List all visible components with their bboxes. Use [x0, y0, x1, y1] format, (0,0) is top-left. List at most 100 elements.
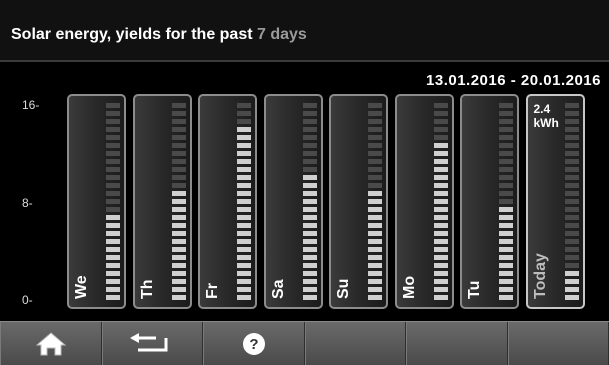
bar-segment-filled	[237, 159, 251, 164]
bar-segment-filled	[106, 271, 120, 276]
bar-segment-filled	[106, 223, 120, 228]
bar-segment-empty	[171, 183, 186, 188]
day-label: Mo	[401, 239, 421, 299]
back-button[interactable]	[101, 322, 203, 365]
bar-segment-empty	[171, 175, 186, 180]
bar-segment-filled	[237, 247, 251, 252]
bar-segment-filled	[106, 295, 120, 300]
bar-segment-filled	[237, 255, 251, 260]
bar-day[interactable]: Sa	[263, 94, 323, 309]
empty-button[interactable]	[304, 322, 406, 365]
bar-segment-empty	[499, 103, 513, 108]
day-label-text: Today	[531, 253, 549, 299]
bar-segment-empty	[499, 111, 513, 116]
bar-segment-filled	[302, 223, 317, 228]
bar-segment-filled	[237, 151, 251, 156]
bar-segments	[499, 102, 513, 300]
bar-segment-filled	[433, 231, 448, 236]
bar-segment-empty	[171, 111, 186, 116]
bar-segment-empty	[564, 103, 579, 108]
bar-segment-filled	[237, 167, 251, 172]
bar-segment-empty	[564, 159, 579, 164]
bar-segment-empty	[564, 231, 579, 236]
bar-segments	[171, 102, 186, 300]
bar-segment-filled	[499, 271, 513, 276]
bar-segment-empty	[564, 127, 579, 132]
bar-segment-filled	[302, 215, 317, 220]
bar-segments	[106, 102, 120, 300]
bar-segment-empty	[106, 191, 120, 196]
bar-segment-filled	[302, 287, 317, 292]
bar-segment-filled	[237, 223, 251, 228]
bar-segment-empty	[368, 167, 382, 172]
bar-segment-filled	[302, 271, 317, 276]
help-button[interactable]: ?	[203, 322, 305, 365]
bar-segment-filled	[368, 223, 382, 228]
day-label-text: Su	[335, 278, 352, 299]
day-label-text: Sa	[269, 279, 287, 299]
bar-segment-filled	[171, 231, 186, 236]
bar-segment-filled	[171, 215, 186, 220]
bar-segment-filled	[499, 207, 513, 212]
bar-segment-empty	[433, 103, 448, 108]
bar-segment-filled	[499, 215, 513, 220]
bar-segment-filled	[237, 175, 251, 180]
bar-segment-empty	[302, 119, 317, 124]
bar-segment-filled	[302, 191, 317, 196]
bar-segment-empty	[499, 159, 513, 164]
bar-segment-empty	[499, 167, 513, 172]
day-label: Th	[139, 239, 159, 299]
bar-segment-empty	[499, 127, 513, 132]
bar-segment-filled	[302, 231, 317, 236]
bar-segment-empty	[171, 143, 186, 148]
home-icon	[35, 332, 66, 356]
bar-segment-empty	[433, 111, 448, 116]
bar-segment-filled	[302, 207, 317, 212]
bar-segment-filled	[237, 287, 251, 292]
day-label: We	[73, 239, 93, 299]
empty-button[interactable]	[406, 322, 508, 365]
bar-segment-empty	[302, 167, 317, 172]
bar-segment-empty	[499, 183, 513, 188]
bar-segment-filled	[564, 271, 579, 276]
day-label: Su	[335, 239, 355, 299]
bar-segments	[564, 102, 579, 300]
bar-segment-filled	[368, 295, 382, 300]
bar-segment-empty	[564, 175, 579, 180]
bar-segment-filled	[106, 255, 120, 260]
bar-day[interactable]: We	[67, 94, 126, 309]
bar-segment-filled	[499, 247, 513, 252]
bar-segment-empty	[368, 143, 382, 148]
bar-segment-empty	[368, 151, 382, 156]
bar-segment-filled	[368, 271, 382, 276]
bar-day[interactable]: Tu	[460, 94, 519, 309]
bar-segment-empty	[564, 143, 579, 148]
bar-segment-empty	[106, 175, 120, 180]
bar-segment-filled	[237, 143, 251, 148]
bar-segment-filled	[499, 279, 513, 284]
empty-button[interactable]	[507, 322, 609, 365]
bar-day[interactable]: Mo	[394, 94, 454, 309]
bar-segment-empty	[564, 263, 579, 268]
bar-segment-empty	[237, 103, 251, 108]
bar-segment-filled	[237, 127, 251, 132]
bar-segment-filled	[171, 255, 186, 260]
bar-today[interactable]: Today 2.4 kWh	[525, 94, 585, 309]
bar-day[interactable]: Th	[132, 94, 192, 309]
bar-segment-empty	[237, 119, 251, 124]
bar-segment-filled	[171, 271, 186, 276]
bar-segment-filled	[433, 287, 448, 292]
bar-day[interactable]: Su	[329, 94, 388, 309]
bar-segment-filled	[237, 215, 251, 220]
bar-segment-filled	[499, 239, 513, 244]
bar-segment-empty	[368, 111, 382, 116]
home-button[interactable]	[0, 322, 102, 365]
bar-segment-filled	[106, 287, 120, 292]
bar-segment-filled	[564, 295, 579, 300]
bar-segment-empty	[564, 135, 579, 140]
bar-segment-empty	[564, 111, 579, 116]
bar-segment-filled	[499, 223, 513, 228]
bar-segments	[368, 102, 382, 300]
bar-segment-filled	[433, 207, 448, 212]
bar-day[interactable]: Fr	[198, 94, 257, 309]
